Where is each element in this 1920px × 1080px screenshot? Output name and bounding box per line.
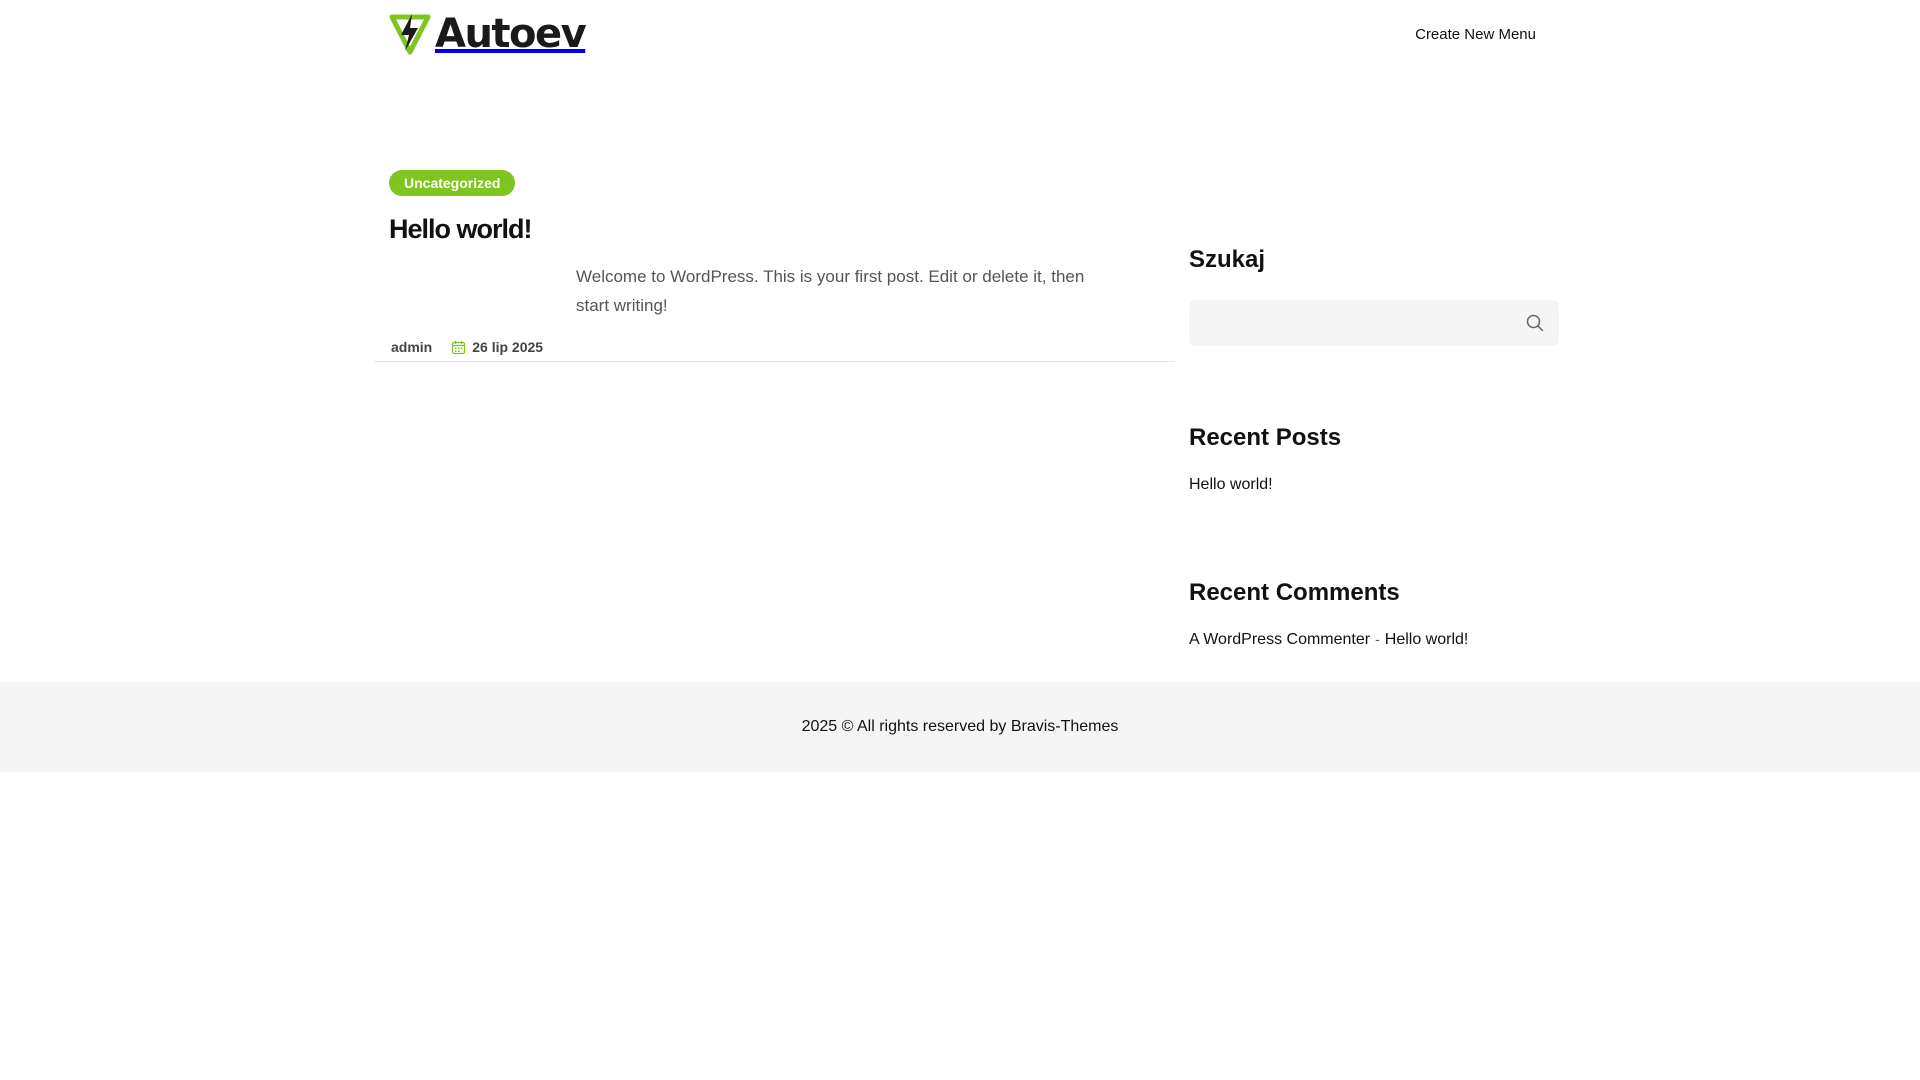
post-divider — [374, 361, 1174, 362]
page-container: Autoev Create New Menu Uncategorized Hel… — [374, 0, 1559, 682]
post-date[interactable]: 26 lip 2025 — [472, 339, 543, 355]
site-footer: 2025 © All rights reserved by Bravis-The… — [0, 682, 1920, 772]
footer-copyright: 2025 © All rights reserved by Bravis-The… — [801, 718, 1119, 735]
comment-separator: - — [1375, 631, 1380, 647]
calendar-icon — [451, 340, 466, 355]
comment-post-link[interactable]: Hello world! — [1385, 631, 1469, 649]
post-author[interactable]: admin — [391, 339, 432, 355]
post-meta: admin 26 lip 2025 — [391, 339, 543, 355]
recent-comments-title: Recent Comments — [1189, 579, 1400, 606]
site-header: Autoev Create New Menu — [374, 0, 1546, 70]
search-icon — [1526, 314, 1544, 332]
search-form — [1189, 300, 1559, 346]
create-new-menu-link[interactable]: Create New Menu — [1415, 26, 1536, 43]
category-badge[interactable]: Uncategorized — [389, 170, 516, 196]
comment-author-link[interactable]: A WordPress Commenter — [1189, 631, 1370, 649]
recent-comment-item: A WordPress Commenter - Hello world! — [1189, 631, 1468, 649]
recent-posts-title: Recent Posts — [1189, 424, 1342, 451]
logo-text: Autoev — [435, 11, 587, 57]
post-title[interactable]: Hello world! — [389, 214, 532, 245]
recent-post-link[interactable]: Hello world! — [1189, 476, 1273, 494]
site-logo[interactable]: Autoev — [389, 11, 587, 57]
main-content: Uncategorized Hello world! Welcome to Wo… — [374, 70, 1559, 682]
search-button[interactable] — [1523, 311, 1547, 335]
search-input[interactable] — [1189, 300, 1509, 346]
search-widget-title: Szukaj — [1189, 246, 1266, 273]
lightning-bolt-icon — [389, 13, 431, 55]
post-excerpt: Welcome to WordPress. This is your first… — [576, 267, 1085, 315]
